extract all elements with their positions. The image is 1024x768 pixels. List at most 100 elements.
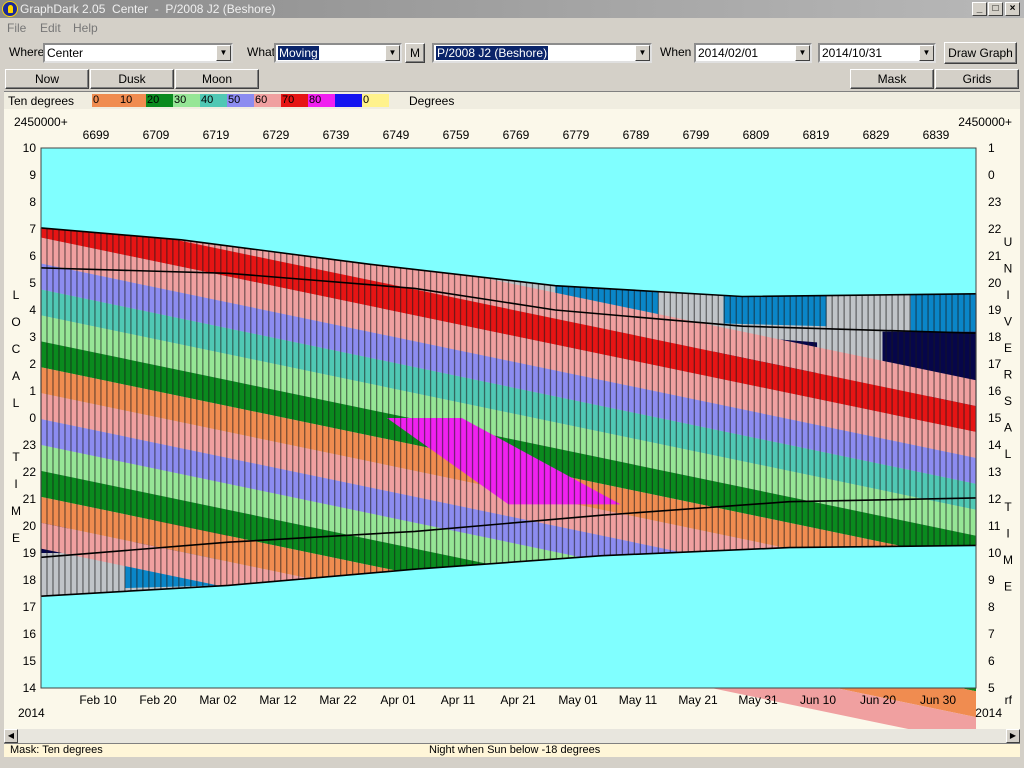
- universal-time-letter: N: [1004, 262, 1013, 276]
- right-tick-label: 1: [988, 141, 995, 155]
- bottom-tick-label: Mar 02: [199, 693, 237, 707]
- object-value: P/2008 J2 (Beshore): [436, 46, 549, 60]
- menu-help[interactable]: Help: [73, 21, 98, 35]
- right-tick-label: 12: [988, 492, 1002, 506]
- where-label: Where: [9, 45, 45, 59]
- bottom-tick-label: May 31: [738, 693, 778, 707]
- left-tick-label: 7: [29, 222, 36, 236]
- chevron-down-icon[interactable]: ▼: [216, 45, 231, 61]
- left-tick-label: 19: [23, 546, 37, 560]
- legend-units: Degrees: [409, 94, 455, 108]
- legend-swatch-label: 30: [174, 94, 187, 106]
- menu-edit[interactable]: Edit: [40, 21, 61, 35]
- what-select[interactable]: Moving ▼: [274, 43, 402, 63]
- top-tick-label: 6749: [383, 128, 410, 142]
- draw-graph-button[interactable]: Draw Graph: [944, 42, 1017, 64]
- object-select[interactable]: P/2008 J2 (Beshore) ▼: [432, 43, 652, 63]
- legend-swatch: 0: [92, 94, 119, 107]
- grids-button[interactable]: Grids: [935, 69, 1019, 89]
- left-tick-label: 18: [23, 573, 37, 587]
- chevron-down-icon[interactable]: ▼: [635, 45, 650, 61]
- visibility-chart: 2450000+ 2450000+ 2014 2014 rf 6699 6709 6719 67…: [4, 109, 1020, 729]
- twilight-patch: [910, 291, 976, 332]
- end-date-value: 2014/10/31: [822, 46, 883, 60]
- top-tick-label: 6699: [83, 128, 110, 142]
- scroll-left-icon[interactable]: ◀: [4, 729, 18, 743]
- universal-time-letter: S: [1004, 394, 1012, 408]
- top-tick-label: 6719: [203, 128, 230, 142]
- local-time-letter: L: [13, 288, 20, 302]
- start-date-value: 2014/02/01: [698, 46, 759, 60]
- window-title: GraphDark 2.05 Center - P/2008 J2 (Besho…: [20, 2, 276, 16]
- right-tick-label: 17: [988, 357, 1002, 371]
- minimize-button[interactable]: _: [972, 2, 987, 16]
- bottom-tick-label: Feb 20: [139, 693, 177, 707]
- button-row: Now Dusk Moon Mask Grids: [0, 68, 1024, 90]
- chevron-down-icon[interactable]: ▼: [919, 45, 934, 61]
- horizontal-scrollbar[interactable]: ◀ ▶: [4, 729, 1020, 743]
- local-time-letter: M: [11, 504, 21, 518]
- legend-swatch: 70: [281, 94, 308, 107]
- start-date-select[interactable]: 2014/02/01 ▼: [694, 43, 812, 63]
- legend-swatch-label: 70: [282, 94, 295, 106]
- local-time-letter: I: [14, 477, 17, 491]
- restore-button[interactable]: □: [988, 2, 1003, 16]
- bottom-tick-label: Apr 11: [441, 693, 476, 707]
- menu-bar: File Edit Help: [0, 18, 1024, 38]
- year-right: 2014: [975, 706, 1002, 720]
- left-tick-label: 2: [29, 357, 36, 371]
- top-tick-label: 6839: [923, 128, 950, 142]
- universal-time-letter: M: [1003, 553, 1013, 567]
- legend-swatch-label: 10: [120, 94, 133, 106]
- top-tick-label: 6759: [443, 128, 470, 142]
- universal-time-letter: T: [1004, 500, 1012, 514]
- where-select[interactable]: Center ▼: [43, 43, 233, 63]
- chevron-down-icon[interactable]: ▼: [795, 45, 810, 61]
- legend-swatch-label: 60: [255, 94, 268, 106]
- local-time-letter: A: [12, 369, 20, 383]
- right-tick-label: 18: [988, 330, 1002, 344]
- status-bar: Mask: Ten degrees Night when Sun below -…: [4, 743, 1020, 757]
- legend-swatch: 40: [200, 94, 227, 107]
- chevron-down-icon[interactable]: ▼: [385, 45, 400, 61]
- close-button[interactable]: ×: [1005, 2, 1020, 16]
- twilight-patch: [723, 293, 827, 327]
- legend-swatch-label: 0: [93, 94, 100, 106]
- right-tick-label: 5: [988, 681, 995, 695]
- left-tick-label: 14: [23, 681, 37, 695]
- bottom-tick-label: Mar 22: [319, 693, 357, 707]
- year-left: 2014: [18, 706, 45, 720]
- right-tick-label: 21: [988, 249, 1002, 263]
- legend-swatch: 0: [362, 94, 389, 107]
- top-tick-label: 6739: [323, 128, 350, 142]
- left-tick-label: 0: [29, 411, 36, 425]
- menu-file[interactable]: File: [7, 21, 26, 35]
- local-time-letter: O: [11, 315, 20, 329]
- bottom-tick-label: Apr 01: [380, 693, 416, 707]
- local-time-letter: C: [12, 342, 21, 356]
- right-tick-label: 0: [988, 168, 995, 182]
- left-tick-label: 22: [23, 465, 37, 479]
- legend-swatch: [335, 94, 362, 107]
- now-button[interactable]: Now: [5, 69, 89, 89]
- left-tick-label: 17: [23, 600, 37, 614]
- left-tick-label: 21: [23, 492, 37, 506]
- legend-swatch: 60: [254, 94, 281, 107]
- universal-time-letter: E: [1004, 341, 1012, 355]
- universal-time-letter: U: [1004, 235, 1013, 249]
- top-tick-label: 6829: [863, 128, 890, 142]
- left-tick-label: 10: [23, 141, 37, 155]
- top-tick-label: 6789: [623, 128, 650, 142]
- bottom-tick-label: May 21: [678, 693, 718, 707]
- bottom-tick-label: Apr 21: [500, 693, 536, 707]
- right-tick-label: 9: [988, 573, 995, 587]
- universal-time-letter: L: [1005, 447, 1012, 461]
- m-button[interactable]: M: [405, 43, 425, 63]
- mask-button[interactable]: Mask: [850, 69, 934, 89]
- dusk-button[interactable]: Dusk: [90, 69, 174, 89]
- moon-button[interactable]: Moon: [175, 69, 259, 89]
- end-date-select[interactable]: 2014/10/31 ▼: [818, 43, 936, 63]
- right-tick-label: 11: [988, 519, 1001, 533]
- left-tick-label: 15: [23, 654, 37, 668]
- scroll-right-icon[interactable]: ▶: [1006, 729, 1020, 743]
